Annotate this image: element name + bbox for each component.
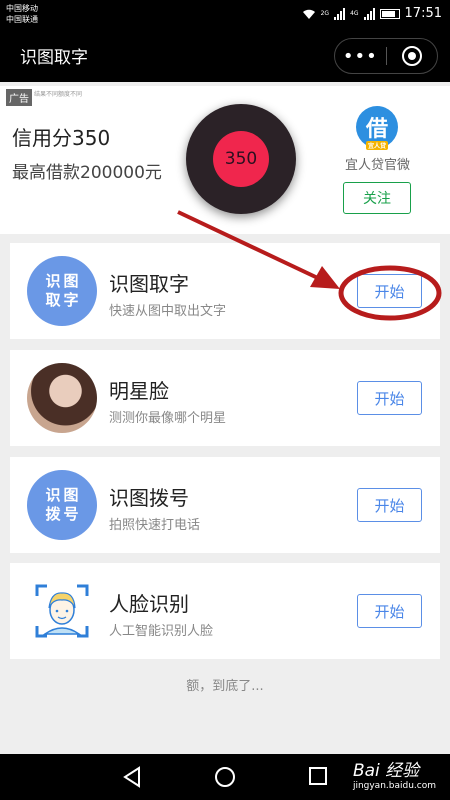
item-title: 识图取字 bbox=[109, 272, 189, 296]
start-button[interactable]: 开始 bbox=[357, 488, 422, 522]
item-title: 人脸识别 bbox=[109, 592, 189, 616]
brand-name: 宜人贷官微 bbox=[345, 158, 411, 173]
recents-icon[interactable] bbox=[308, 766, 328, 786]
list-item-dial[interactable]: 识图 拨号 识图拨号 拍照快速打电话 开始 bbox=[10, 457, 440, 553]
carrier-1: 中国移动 bbox=[6, 4, 38, 13]
item-title: 明星脸 bbox=[109, 379, 169, 403]
signal-icon bbox=[363, 7, 375, 20]
ocr-icon: 识图 取字 bbox=[27, 256, 97, 326]
network-type-2: 4G bbox=[350, 10, 359, 17]
watermark-brand: Bai 经验 bbox=[352, 761, 420, 781]
ad-tag: 广告 bbox=[6, 89, 32, 106]
clock: 17:51 bbox=[404, 6, 442, 21]
face-scan-icon bbox=[27, 576, 97, 646]
signal-icon bbox=[334, 7, 346, 20]
start-button[interactable]: 开始 bbox=[357, 381, 422, 415]
list-item-celebrity-face[interactable]: 明星脸 测测你最像哪个明星 开始 bbox=[10, 350, 440, 446]
home-icon[interactable] bbox=[214, 766, 236, 788]
list-item-ocr[interactable]: 识图 取字 识图取字 快速从图中取出文字 开始 bbox=[10, 243, 440, 339]
list-end-text: 额，到底了... bbox=[186, 679, 264, 694]
follow-button[interactable]: 关注 bbox=[343, 182, 411, 214]
score-disc: 350 bbox=[186, 104, 296, 214]
title-bar: 识图取字 ••• bbox=[0, 30, 450, 82]
carrier-2: 中国联通 bbox=[6, 15, 38, 24]
status-bar: 中国移动 中国联通 2G 4G 17:51 bbox=[0, 0, 450, 30]
item-subtitle: 测测你最像哪个明星 bbox=[109, 411, 227, 426]
mini-program-capsule: ••• bbox=[334, 38, 438, 74]
ad-note: 结果不同额度不同 bbox=[34, 91, 83, 98]
score-badge: 350 bbox=[213, 131, 269, 187]
dial-icon: 识图 拨号 bbox=[27, 470, 97, 540]
brand-logo-char: 借 bbox=[365, 117, 388, 142]
battery-icon bbox=[379, 8, 400, 19]
item-subtitle: 快速从图中取出文字 bbox=[109, 304, 227, 319]
more-icon[interactable]: ••• bbox=[335, 46, 386, 67]
close-mini-program-icon bbox=[401, 46, 422, 66]
item-subtitle: 拍照快速打电话 bbox=[109, 518, 201, 533]
ad-subheadline: 最高借款200000元 bbox=[12, 163, 162, 183]
brand-logo: 借 宜人贷 bbox=[356, 106, 398, 150]
celebrity-photo bbox=[27, 363, 97, 433]
ad-banner[interactable]: 广告 结果不同额度不同 信用分350 最高借款200000元 350 借 宜人贷… bbox=[0, 86, 450, 234]
start-button[interactable]: 开始 bbox=[357, 594, 422, 628]
wifi-icon bbox=[302, 9, 315, 19]
brand-logo-sub: 宜人贷 bbox=[365, 141, 388, 150]
network-type-1: 2G bbox=[320, 10, 330, 17]
item-title: 识图拨号 bbox=[109, 486, 189, 510]
watermark: Bai 经验 jingyan.baidu.com bbox=[353, 756, 436, 791]
ad-headline: 信用分350 bbox=[12, 126, 111, 150]
back-icon[interactable] bbox=[122, 766, 142, 788]
list-item-face-recognition[interactable]: 人脸识别 人工智能识别人脸 开始 bbox=[10, 563, 440, 659]
close-mini-program-button[interactable] bbox=[386, 46, 437, 66]
watermark-url: jingyan.baidu.com bbox=[352, 781, 436, 791]
item-subtitle: 人工智能识别人脸 bbox=[109, 624, 214, 639]
start-button[interactable]: 开始 bbox=[357, 274, 422, 308]
page-title: 识图取字 bbox=[20, 48, 88, 68]
